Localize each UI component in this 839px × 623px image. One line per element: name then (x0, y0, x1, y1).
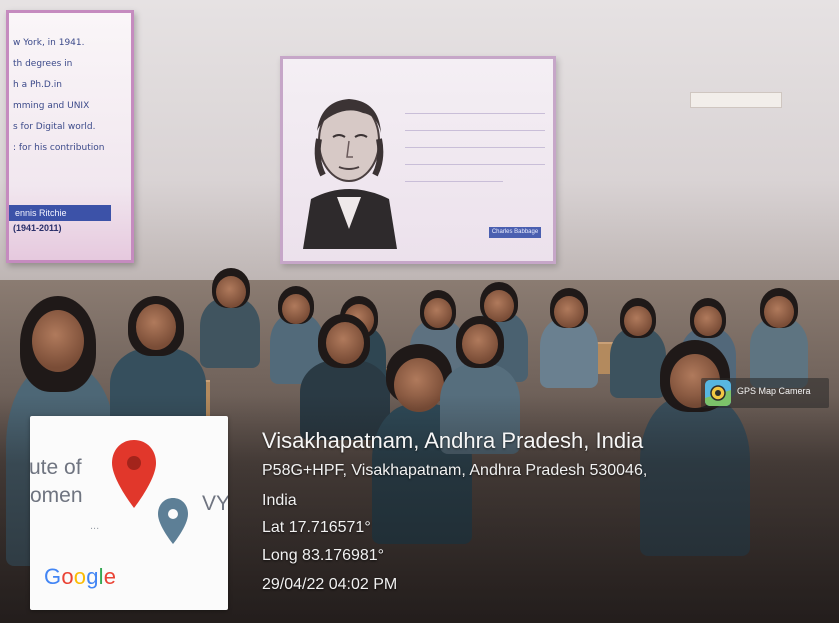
google-logo: Google (44, 564, 116, 590)
ceiling-light (690, 92, 782, 108)
gps-map-camera-icon (705, 380, 731, 406)
google-logo-letter: G (44, 564, 62, 589)
poster-left-years: (1941-2011) (13, 223, 62, 233)
address-line: India (262, 492, 297, 509)
poster-left-name: ennis Ritchie (9, 205, 111, 221)
poster-left-line: h a Ph.D.in (13, 80, 62, 90)
place-pin-icon (158, 498, 188, 544)
poster-left-line: mming and UNIX (13, 101, 90, 111)
poster-left-text: w York, in 1941. th degrees in h a Ph.D.… (13, 33, 131, 159)
babbage-portrait (303, 99, 397, 249)
gps-map-camera-label: GPS Map Camera (737, 386, 811, 396)
google-logo-letter: o (61, 564, 74, 589)
google-logo-letter: g (86, 564, 99, 589)
latitude: Lat 17.716571° (262, 519, 371, 536)
poster-left-line: w York, in 1941. (13, 38, 85, 48)
google-logo-letter: e (103, 564, 117, 589)
location-pin-icon (112, 440, 156, 508)
poster-left-line: s for Digital world. (13, 122, 96, 132)
location-title: Visakhapatnam, Andhra Pradesh, India (262, 428, 644, 453)
poster-left-line: : for his contribution (13, 143, 105, 153)
map-thumbnail: ute of omen VY ... Google (30, 416, 228, 610)
address-line: P58G+HPF, Visakhapatnam, Andhra Pradesh … (262, 462, 648, 479)
dennis-ritchie-poster: w York, in 1941. th degrees in h a Ph.D.… (6, 10, 134, 263)
classroom-photo: w York, in 1941. th degrees in h a Ph.D.… (0, 0, 839, 623)
gps-map-camera-badge: GPS Map Camera (701, 378, 829, 408)
poster-left-line: th degrees in (13, 59, 73, 69)
poster-mid-label: Charles Babbage (489, 227, 541, 238)
google-logo-letter: o (73, 564, 87, 589)
charles-babbage-poster: Charles Babbage (280, 56, 556, 264)
map-label: omen (30, 484, 83, 507)
map-label: ute of (30, 456, 82, 479)
map-label: ... (90, 520, 100, 532)
map-label: VY (202, 492, 228, 515)
longitude: Long 83.176981° (262, 547, 385, 564)
datetime: 29/04/22 04:02 PM (262, 576, 398, 593)
poster-mid-text (405, 99, 545, 182)
